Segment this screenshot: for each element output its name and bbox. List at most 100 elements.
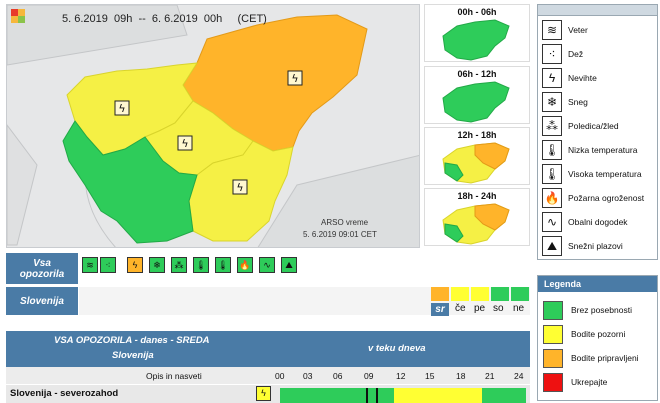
- snow-icon[interactable]: ❄: [149, 257, 165, 273]
- hour-label: 18: [456, 371, 466, 381]
- desc-column-title: Opis in nasveti: [146, 371, 202, 381]
- table-row[interactable]: Slovenija - severozahod ϟ: [6, 385, 530, 403]
- legend-item-rain: ⁖ Dež: [542, 43, 583, 65]
- legend-level-label: Bodite pozorni: [571, 329, 626, 339]
- icon-legend-header: [538, 5, 657, 16]
- lightning-marker[interactable]: ϟ: [114, 100, 130, 116]
- coastal-event-icon[interactable]: ∿: [259, 257, 275, 273]
- hour-label: 12: [396, 371, 406, 381]
- hour-label: 24: [514, 371, 524, 381]
- legend-item-label: Veter: [568, 25, 588, 35]
- legend-item-snow: ❄ Sneg: [542, 91, 588, 113]
- table-subtitle: Slovenija: [112, 350, 154, 361]
- avalanche-icon: ⛰: [542, 236, 562, 256]
- legend-item-label: Sneg: [568, 97, 588, 107]
- lightning-marker[interactable]: ϟ: [177, 135, 193, 151]
- legend-item-label: Poledica/žled: [568, 121, 619, 131]
- legend-item-label: Nevihte: [568, 73, 597, 83]
- high-temperature-icon[interactable]: 🌡: [215, 257, 231, 273]
- legend-item-label: Visoka temperatura: [568, 169, 642, 179]
- hour-label: 15: [425, 371, 435, 381]
- legend-item-freezing-rain: ⁂ Poledica/žled: [542, 115, 619, 137]
- mini-map-18-24[interactable]: 18h - 24h: [424, 188, 530, 246]
- current-time-marker: [366, 388, 368, 403]
- color-swatch: [543, 348, 563, 368]
- high-temperature-icon: 🌡: [542, 164, 562, 184]
- wind-icon: ≋: [542, 20, 562, 40]
- time-column-title: v teku dneva: [368, 343, 426, 354]
- color-swatch: [543, 324, 563, 344]
- region-name: Slovenija - severozahod: [10, 388, 119, 399]
- day-forecast-sr[interactable]: [431, 287, 449, 301]
- day-label-ne[interactable]: ne: [513, 303, 524, 314]
- legend-level-act: Ukrepajte: [543, 372, 607, 392]
- snow-icon: ❄: [542, 92, 562, 112]
- table-subheader: [6, 367, 530, 384]
- all-warnings-label: Vsa opozorila: [6, 253, 78, 284]
- avalanche-icon[interactable]: ⛰: [281, 257, 297, 273]
- low-temperature-icon[interactable]: 🌡: [193, 257, 209, 273]
- icon-legend: ≋ Veter ⁖ Dež ϟ Nevihte ❄ Sneg ⁂ Poledic…: [537, 4, 658, 260]
- color-legend-title: Legenda: [538, 276, 657, 292]
- hour-label: 06: [333, 371, 343, 381]
- warning-map: ϟ ϟ ϟ ϟ 5. 6.2019 09h -- 6. 6.2019 00h (…: [6, 4, 420, 248]
- legend-item-low-temperature: 🌡 Nizka temperatura: [542, 139, 637, 161]
- legend-item-high-temperature: 🌡 Visoka temperatura: [542, 163, 642, 185]
- arso-logo: [11, 9, 25, 23]
- day-label-sr[interactable]: sr: [431, 303, 449, 316]
- legend-level-label: Bodite pripravljeni: [571, 353, 639, 363]
- mini-map-12-18[interactable]: 12h - 18h: [424, 127, 530, 185]
- fire-danger-icon: 🔥: [542, 188, 562, 208]
- table-header: VSA OPOZORILA - danes - SREDA Slovenija …: [6, 331, 530, 367]
- lightning-marker[interactable]: ϟ: [287, 70, 303, 86]
- legend-item-fire-danger: 🔥 Požarna ogroženost: [542, 187, 644, 209]
- mini-map-label: 18h - 24h: [457, 191, 497, 201]
- fire-danger-icon[interactable]: 🔥: [237, 257, 253, 273]
- rain-icon: ⁖: [542, 44, 562, 64]
- warning-page: ϟ ϟ ϟ ϟ 5. 6.2019 09h -- 6. 6.2019 00h (…: [0, 0, 660, 403]
- hour-label: 21: [485, 371, 495, 381]
- legend-item-wind: ≋ Veter: [542, 19, 588, 41]
- mini-map-06-12[interactable]: 06h - 12h: [424, 66, 530, 124]
- svg-text:ϟ: ϟ: [291, 72, 298, 85]
- day-forecast-pe[interactable]: [471, 287, 489, 301]
- hour-label: 00: [275, 371, 285, 381]
- day-label-ce[interactable]: če: [455, 303, 466, 314]
- day-label-pe[interactable]: pe: [474, 303, 485, 314]
- mini-map-shape: [442, 81, 510, 123]
- slovenija-label: Slovenija: [6, 287, 78, 315]
- timeline-green-segment: [482, 388, 526, 403]
- svg-text:ϟ: ϟ: [181, 137, 188, 150]
- legend-item-label: Snežni plazovi: [568, 241, 623, 251]
- thunderstorm-icon: ϟ: [542, 68, 562, 88]
- mini-map-label: 06h - 12h: [457, 69, 497, 79]
- thunderstorm-icon[interactable]: ϟ: [127, 257, 143, 273]
- freezing-rain-icon[interactable]: ⁂: [171, 257, 187, 273]
- hour-label: 09: [364, 371, 374, 381]
- legend-item-thunderstorm: ϟ Nevihte: [542, 67, 597, 89]
- slovenia-map: ϟ ϟ ϟ ϟ: [7, 5, 419, 247]
- mini-map-00-06[interactable]: 00h - 06h: [424, 4, 530, 62]
- lightning-marker[interactable]: ϟ: [232, 179, 248, 195]
- thunderstorm-icon[interactable]: ϟ: [256, 386, 271, 401]
- timeline-yellow-segment: [394, 388, 482, 403]
- legend-item-coastal-event: ∿ Obalni dogodek: [542, 211, 628, 233]
- forecast-period: 5. 6.2019 09h -- 6. 6.2019 00h (CET): [62, 13, 267, 25]
- mini-map-label: 12h - 18h: [457, 130, 497, 140]
- color-swatch: [543, 372, 563, 392]
- map-credit-source: ARSO vreme: [321, 218, 369, 227]
- mini-map-shape: [442, 19, 510, 61]
- day-forecast-ce[interactable]: [451, 287, 469, 301]
- coastal-event-icon: ∿: [542, 212, 562, 232]
- day-forecast-ne[interactable]: [511, 287, 529, 301]
- mini-map-shape: [442, 203, 510, 245]
- legend-item-label: Dež: [568, 49, 584, 59]
- table-title: VSA OPOZORILA - danes - SREDA: [54, 335, 210, 346]
- day-label-so[interactable]: so: [493, 303, 504, 314]
- rain-icon[interactable]: ⁖: [100, 257, 116, 273]
- day-forecast-so[interactable]: [491, 287, 509, 301]
- legend-item-label: Obalni dogodek: [568, 217, 628, 227]
- wind-icon[interactable]: ≋: [82, 257, 98, 273]
- legend-level-none: Brez posebnosti: [543, 300, 632, 320]
- svg-text:ϟ: ϟ: [118, 102, 125, 115]
